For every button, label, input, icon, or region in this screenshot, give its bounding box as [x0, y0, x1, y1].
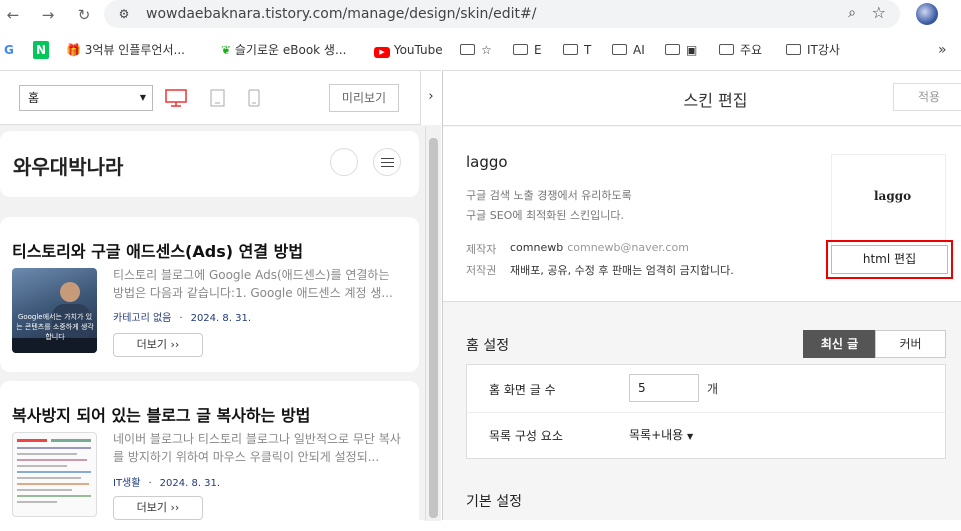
skin-logo: laggo	[874, 189, 912, 203]
youtube-icon: ▶	[374, 47, 390, 58]
browser-toolbar: ← → ↻ ⚙ wowdaebaknara.tistory.com/manage…	[0, 0, 961, 30]
skin-info: laggo 구글 검색 노출 경쟁에서 유리하도록 구글 SEO에 최적화된 스…	[443, 127, 961, 302]
url-text: wowdaebaknara.tistory.com/manage/design/…	[146, 6, 537, 22]
post-card: 복사방지 되어 있는 블로그 글 복사하는 방법 네이버 블로그나 티스토리 블…	[0, 381, 419, 531]
zoom-icon[interactable]: ⌕	[848, 5, 856, 21]
page-title: 스킨 편집	[683, 91, 748, 110]
preview-button[interactable]: 미리보기	[329, 84, 399, 112]
profile-avatar[interactable]	[916, 3, 938, 25]
caret-down-icon: ▼	[139, 93, 146, 102]
basic-settings-title: 기본 설정	[466, 494, 522, 510]
post-category[interactable]: 카테고리 없음	[113, 313, 171, 324]
bookmark-folder[interactable]: E	[513, 41, 542, 59]
forward-icon[interactable]: →	[37, 4, 59, 26]
bookmark-star-icon[interactable]: ☆	[872, 3, 886, 22]
collapse-chevron-icon[interactable]: ›	[420, 71, 441, 125]
bookmark-item[interactable]: 🎁 3억뷰 인플루언서...	[66, 41, 185, 59]
menu-button[interactable]	[373, 148, 401, 176]
preview-toolbar: 홈 ▼ 미리보기 ›	[0, 71, 441, 125]
google-icon[interactable]: G	[4, 41, 14, 59]
address-bar[interactable]: ⚙ wowdaebaknara.tistory.com/manage/desig…	[104, 0, 900, 28]
author-value: comnewb comnewb@naver.com	[510, 241, 689, 254]
copyright-label: 저작권	[466, 264, 497, 277]
bookmark-folder[interactable]: IT강사	[786, 41, 840, 59]
post-meta: 카테고리 없음 · 2024. 8. 31.	[113, 313, 252, 324]
bookmark-item[interactable]: ❦ 슬기로운 eBook 생...	[221, 41, 346, 59]
skin-name: laggo	[466, 153, 508, 171]
caret-down-icon: ▼	[687, 432, 694, 441]
bookmark-folder[interactable]: 주요	[719, 41, 762, 59]
bookmark-folder[interactable]: T	[563, 41, 591, 59]
post-count-label: 홈 화면 글 수	[489, 383, 556, 397]
gift-icon: 🎁	[66, 43, 81, 57]
scrollbar-thumb[interactable]	[429, 138, 438, 518]
tablet-icon[interactable]	[210, 89, 226, 111]
blog-title[interactable]: 와우대박나라	[13, 151, 123, 180]
preview-panel: 홈 ▼ 미리보기 › 와우대박나라 티스토리와 구글 애드센스(Ads) 연결 방…	[0, 70, 441, 531]
folder-icon	[665, 44, 680, 55]
html-edit-button[interactable]: html 편집	[831, 245, 948, 274]
home-settings-title: 홈 설정	[466, 338, 510, 354]
post-card: 티스토리와 구글 애드센스(Ads) 연결 방법 Google에서는 가치가 있…	[0, 217, 419, 372]
desktop-icon[interactable]	[165, 89, 187, 111]
leaf-icon: ❦	[221, 43, 232, 57]
more-button[interactable]: 더보기 ››	[113, 333, 203, 357]
blog-header-card: 와우대박나라	[0, 131, 419, 197]
bookmark-folder[interactable]: ▣	[665, 41, 697, 59]
skin-description: 구글 검색 노출 경쟁에서 유리하도록 구글 SEO에 최적화된 스킨입니다.	[466, 189, 632, 222]
post-count-input[interactable]: 5	[629, 374, 699, 402]
post-title[interactable]: 티스토리와 구글 애드센스(Ads) 연결 방법	[12, 238, 303, 262]
more-button[interactable]: 더보기 ››	[113, 496, 203, 520]
folder-icon	[513, 44, 528, 55]
html-edit-highlight: html 편집	[826, 240, 953, 279]
row-divider	[467, 412, 945, 413]
bookmark-youtube[interactable]: ▶ YouTube	[374, 41, 443, 59]
post-thumbnail[interactable]	[12, 432, 97, 517]
site-settings-icon[interactable]: ⚙	[116, 6, 132, 22]
post-excerpt: 티스토리 블로그에 Google Ads(애드센스)를 연결하는 방법은 다음과…	[113, 268, 393, 300]
bookmark-folder[interactable]: AI	[612, 41, 645, 59]
copyright-value: 재배포, 공유, 수정 후 판매는 엄격히 금지합니다.	[510, 264, 734, 277]
post-meta: IT생활 · 2024. 8. 31.	[113, 478, 221, 489]
post-date: 2024. 8. 31.	[159, 478, 221, 489]
thumbnail-caption: Google에서는 가치가 있는 콘텐츠를 소중하게 생각합니다	[16, 313, 94, 341]
apply-button[interactable]: 적용	[893, 83, 961, 111]
post-category[interactable]: IT생활	[113, 478, 140, 489]
bookmark-folder[interactable]: ☆	[460, 41, 492, 59]
scrollbar[interactable]	[425, 126, 441, 521]
post-title[interactable]: 복사방지 되어 있는 블로그 글 복사하는 방법	[12, 402, 310, 426]
hamburger-icon	[381, 158, 394, 167]
naver-icon[interactable]: N	[33, 41, 49, 59]
mobile-icon[interactable]	[248, 89, 260, 111]
post-thumbnail[interactable]: Google에서는 가치가 있는 콘텐츠를 소중하게 생각합니다	[12, 268, 97, 353]
home-settings-box: 홈 화면 글 수 5 개 목록 구성 요소 목록+내용 ▼	[466, 364, 946, 459]
post-excerpt: 네이버 블로그나 티스토리 블로그나 일반적으로 무단 복사를 방지하기 위하여…	[113, 432, 401, 464]
back-icon[interactable]: ←	[2, 4, 24, 26]
post-count-unit: 개	[707, 382, 719, 396]
panel-header: 스킨 편집 적용	[443, 71, 961, 126]
author-label: 제작자	[466, 243, 497, 256]
reload-icon[interactable]: ↻	[73, 4, 95, 26]
folder-icon	[786, 44, 801, 55]
page-select[interactable]: 홈 ▼	[19, 85, 153, 111]
folder-icon	[460, 44, 475, 55]
more-bookmarks-icon[interactable]: »	[938, 42, 947, 58]
folder-icon	[563, 44, 578, 55]
search-circle-button[interactable]	[330, 148, 358, 176]
folder-icon	[719, 44, 734, 55]
bookmarks-bar: G N 🎁 3억뷰 인플루언서... ❦ 슬기로운 eBook 생... ▶ Y…	[0, 35, 961, 65]
folder-icon	[612, 44, 627, 55]
tab-latest[interactable]: 최신 글	[803, 330, 876, 358]
list-composition-dropdown[interactable]: 목록+내용 ▼	[629, 426, 693, 443]
skin-edit-panel: 스킨 편집 적용 laggo 구글 검색 노출 경쟁에서 유리하도록 구글 SE…	[442, 70, 961, 520]
author-email: comnewb@naver.com	[567, 241, 689, 254]
list-composition-label: 목록 구성 요소	[489, 429, 563, 443]
tab-cover[interactable]: 커버	[875, 330, 946, 358]
post-date: 2024. 8. 31.	[190, 313, 252, 324]
